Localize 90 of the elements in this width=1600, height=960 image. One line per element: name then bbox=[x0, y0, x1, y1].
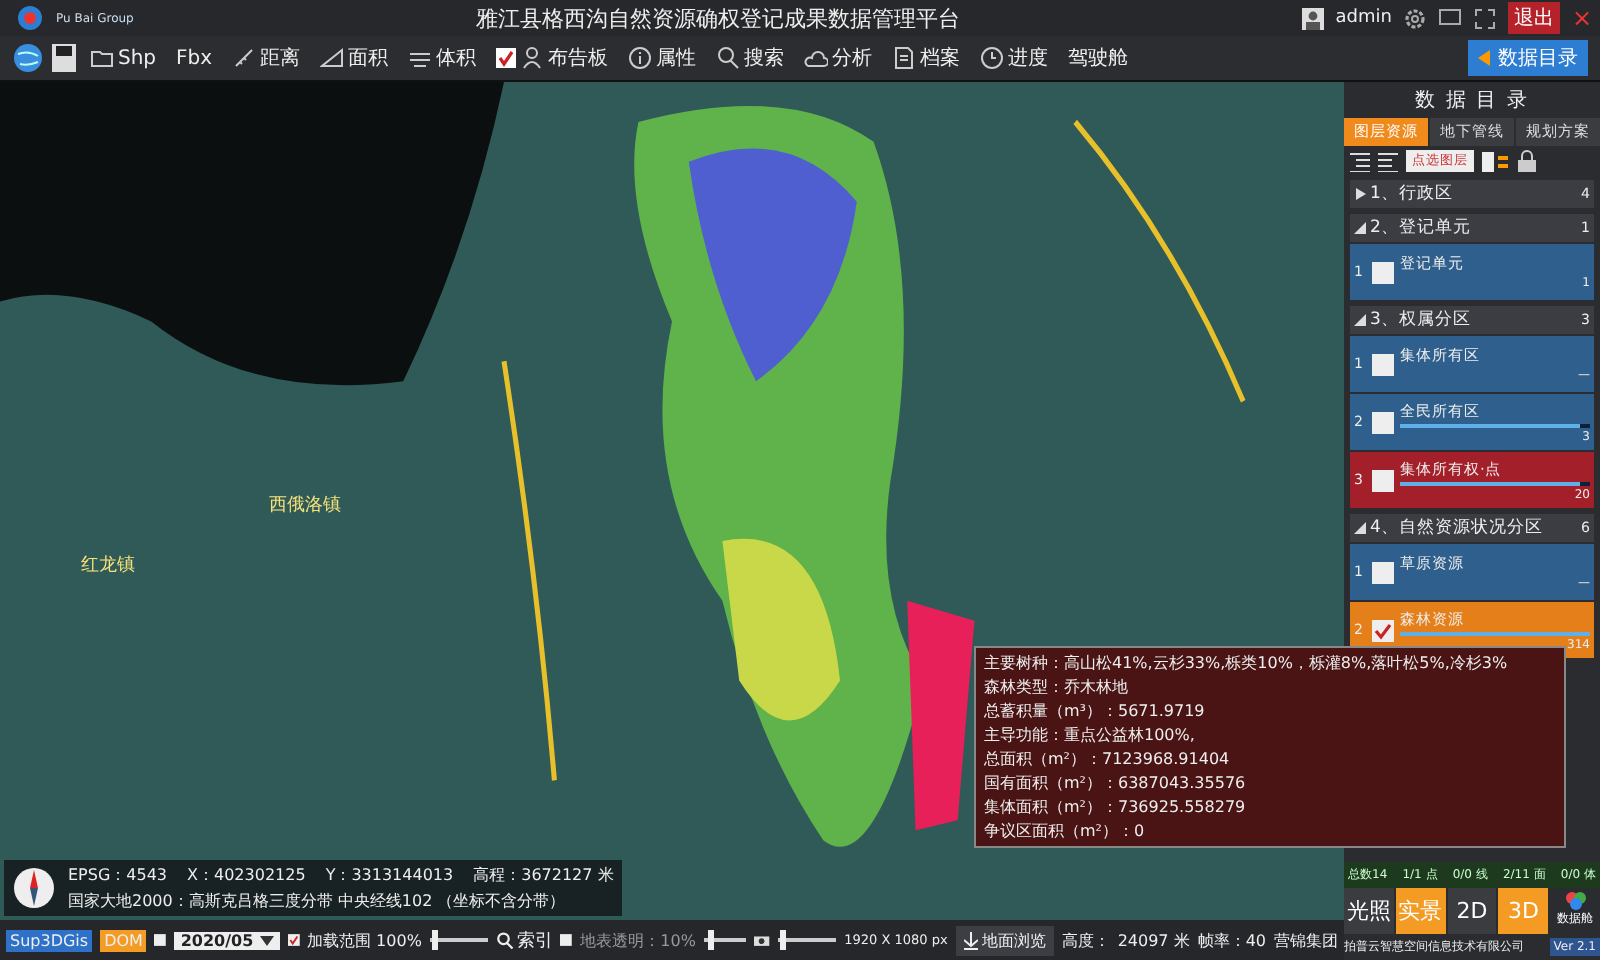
fullscreen-icon[interactable] bbox=[1473, 7, 1496, 29]
expander-icon[interactable] bbox=[1354, 188, 1366, 200]
height-value: 24097 米 bbox=[1117, 929, 1190, 951]
lock-icon[interactable] bbox=[1518, 150, 1536, 172]
brand-label: Sup3DGis bbox=[6, 929, 93, 951]
collapse-all-icon[interactable] bbox=[1378, 151, 1398, 171]
group-title: 4、自然资源状况分区 bbox=[1370, 516, 1545, 540]
y-coordinate: Y：3313144013 bbox=[325, 864, 454, 886]
attribute-line: 总蓄积量（m³）：5671.9719 bbox=[984, 700, 1207, 722]
document-icon bbox=[892, 46, 917, 70]
compass-icon[interactable] bbox=[12, 866, 56, 910]
attribute-line: 主导功能：重点公益林100%, bbox=[984, 724, 1197, 746]
group-title: 3、权属分区 bbox=[1370, 308, 1473, 332]
tool-button[interactable]: 分析 bbox=[798, 42, 879, 74]
save-icon[interactable] bbox=[52, 44, 76, 72]
tool-button[interactable]: 搜索 bbox=[710, 42, 791, 74]
globe-icon[interactable] bbox=[12, 42, 44, 74]
attribute-line: 国有面积（m²）：6387043.35576 bbox=[984, 772, 1248, 794]
data-catalog-button[interactable]: 数据目录 bbox=[1468, 40, 1588, 76]
ruler-icon bbox=[232, 46, 257, 70]
attribute-line: 总面积（m²）：7123968.91404 bbox=[984, 748, 1232, 770]
tool-button[interactable]: 属性 bbox=[622, 42, 703, 74]
transparency-label: 地表透明：10% bbox=[580, 929, 696, 951]
expander-icon[interactable] bbox=[1354, 222, 1366, 234]
camera-icon[interactable] bbox=[754, 930, 770, 950]
search-icon bbox=[496, 931, 515, 949]
transparency-checkbox[interactable] bbox=[560, 930, 573, 950]
index-button[interactable]: 索引 bbox=[496, 927, 553, 953]
circles-icon bbox=[1563, 890, 1588, 910]
tool-button[interactable]: 面积 bbox=[314, 42, 395, 74]
attribute-line: 争议区面积（m²）：0 bbox=[984, 820, 1147, 842]
projection-text: 国家大地2000：高斯克吕格三度分带 中央经线102 （坐标不含分带） bbox=[68, 890, 568, 912]
place-label: 西俄洛镇 bbox=[268, 493, 341, 519]
layer-checkbox[interactable] bbox=[1372, 561, 1394, 583]
x-coordinate: X：402302125 bbox=[187, 864, 306, 886]
checkbox[interactable] bbox=[496, 48, 517, 68]
tool-button[interactable]: Shp bbox=[84, 44, 163, 72]
tool-button[interactable]: 距离 bbox=[226, 42, 307, 74]
expander-icon[interactable] bbox=[1354, 314, 1366, 326]
tool-button[interactable]: 驾驶舱 bbox=[1062, 42, 1135, 74]
layer-checkbox[interactable] bbox=[1372, 619, 1394, 641]
close-button[interactable]: × bbox=[1571, 4, 1592, 32]
layer-checkbox[interactable] bbox=[1372, 261, 1394, 283]
caret-icon bbox=[259, 935, 274, 945]
person-icon bbox=[520, 46, 545, 70]
layer-label: DOM bbox=[100, 929, 147, 951]
load-range-label: 加载范围 100% bbox=[307, 929, 422, 951]
info-icon bbox=[628, 46, 653, 70]
app-title: 雅江县格西沟自然资源确权登记成果数据管理平台 bbox=[473, 3, 962, 33]
billboard-toggle[interactable]: 布告板 bbox=[490, 42, 615, 74]
height-label: 高度： bbox=[1061, 929, 1110, 951]
download-icon bbox=[963, 931, 978, 949]
tool-button[interactable]: 体积 bbox=[402, 42, 483, 74]
arrow-icon bbox=[1478, 50, 1494, 66]
panel-title: 数 据 目 录 bbox=[1413, 88, 1531, 116]
screen-icon[interactable] bbox=[1437, 8, 1462, 28]
frame-rate: 帧率：40 bbox=[1197, 929, 1266, 951]
view-mode-button[interactable]: 2D bbox=[1447, 888, 1497, 934]
attribute-line: 集体面积（m²）：736925.558279 bbox=[984, 796, 1248, 818]
triangle-icon bbox=[320, 46, 345, 70]
epsg-text: EPSG：4543 bbox=[68, 864, 168, 886]
ground-browse-button[interactable]: 地面浏览 bbox=[955, 925, 1054, 955]
attribute-line: 主要树种：高山松41%,云杉33%,栎类10%，栎灌8%,落叶松5%,冷杉3% bbox=[984, 652, 1510, 674]
date-checkbox[interactable] bbox=[154, 930, 167, 950]
clock-icon bbox=[980, 46, 1005, 70]
folder-icon bbox=[90, 46, 114, 70]
load-range-checkbox[interactable] bbox=[287, 930, 300, 950]
swap-icon[interactable] bbox=[1482, 151, 1510, 171]
elevation-text: 高程：3672127 米 bbox=[473, 864, 614, 886]
user-name[interactable]: admin bbox=[1335, 8, 1392, 28]
expand-all-icon[interactable] bbox=[1350, 151, 1370, 171]
layer-checkbox[interactable] bbox=[1372, 469, 1394, 491]
user-icon bbox=[1301, 7, 1324, 29]
logout-button[interactable]: 退出 bbox=[1507, 2, 1560, 34]
layer-checkbox[interactable] bbox=[1372, 353, 1394, 375]
cloud-icon bbox=[804, 46, 829, 70]
expander-icon[interactable] bbox=[1354, 522, 1366, 534]
tool-button[interactable]: 进度 bbox=[974, 42, 1055, 74]
tool-button[interactable]: Fbx bbox=[170, 45, 219, 71]
layer-checkbox[interactable] bbox=[1372, 411, 1394, 433]
attribute-line: 森林类型：乔木林地 bbox=[984, 676, 1130, 698]
group-title: 2、登记单元 bbox=[1370, 216, 1473, 240]
search-icon bbox=[716, 46, 741, 70]
view-mode-button[interactable]: 光照 bbox=[1344, 888, 1394, 934]
company-label: 营锦集团 bbox=[1274, 929, 1338, 951]
date-dropdown[interactable]: 2020/05 bbox=[174, 931, 280, 949]
tool-button[interactable]: 档案 bbox=[886, 42, 967, 74]
place-label: 红龙镇 bbox=[80, 553, 135, 578]
group-title: 1、行政区 bbox=[1370, 182, 1455, 206]
settings-icon[interactable] bbox=[1403, 7, 1426, 29]
